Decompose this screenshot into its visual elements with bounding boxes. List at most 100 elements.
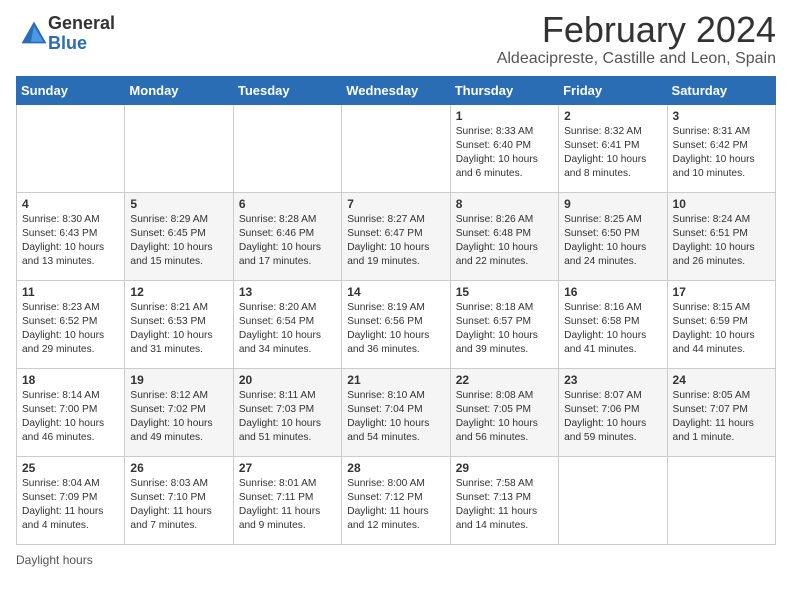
day-number: 1 <box>456 109 553 123</box>
day-info: Sunrise: 8:32 AM Sunset: 6:41 PM Dayligh… <box>564 125 661 182</box>
day-info: Sunrise: 8:30 AM Sunset: 6:43 PM Dayligh… <box>22 213 119 270</box>
calendar-cell: 14 Sunrise: 8:19 AM Sunset: 6:56 PM Dayli… <box>342 280 450 368</box>
day-number: 7 <box>347 197 444 211</box>
calendar-cell: 24 Sunrise: 8:05 AM Sunset: 7:07 PM Dayli… <box>667 368 775 456</box>
day-number: 27 <box>239 461 336 475</box>
page: General Blue February 2024 Aldeacipreste… <box>0 0 792 612</box>
title-month: February 2024 <box>497 10 776 50</box>
calendar-day-header: Monday <box>125 76 233 104</box>
calendar-cell: 3Sunrise: 8:31 AM Sunset: 6:42 PM Daylig… <box>667 104 775 192</box>
day-number: 3 <box>673 109 770 123</box>
day-number: 9 <box>564 197 661 211</box>
day-info: Sunrise: 8:14 AM Sunset: 7:00 PM Dayligh… <box>22 389 119 446</box>
day-info: Sunrise: 8:33 AM Sunset: 6:40 PM Dayligh… <box>456 125 553 182</box>
calendar-cell: 16 Sunrise: 8:16 AM Sunset: 6:58 PM Dayli… <box>559 280 667 368</box>
day-info: Sunrise: 8:20 AM Sunset: 6:54 PM Dayligh… <box>239 301 336 358</box>
title-block: February 2024 Aldeacipreste, Castille an… <box>497 10 776 68</box>
day-info: Sunrise: 8:05 AM Sunset: 7:07 PM Dayligh… <box>673 389 770 446</box>
day-number: 19 <box>130 373 227 387</box>
day-number: 21 <box>347 373 444 387</box>
day-info: Sunrise: 8:24 AM Sunset: 6:51 PM Dayligh… <box>673 213 770 270</box>
day-number: 29 <box>456 461 553 475</box>
day-number: 17 <box>673 285 770 299</box>
calendar-cell <box>342 104 450 192</box>
calendar-cell: 8 Sunrise: 8:26 AM Sunset: 6:48 PM Daylig… <box>450 192 558 280</box>
calendar-cell: 4Sunrise: 8:30 AM Sunset: 6:43 PM Daylig… <box>17 192 125 280</box>
day-number: 15 <box>456 285 553 299</box>
day-number: 22 <box>456 373 553 387</box>
calendar-cell <box>667 456 775 544</box>
day-number: 14 <box>347 285 444 299</box>
day-info: Sunrise: 8:26 AM Sunset: 6:48 PM Dayligh… <box>456 213 553 270</box>
logo: General Blue <box>16 14 115 54</box>
calendar-cell: 13Sunrise: 8:20 AM Sunset: 6:54 PM Dayli… <box>233 280 341 368</box>
calendar-cell: 10 Sunrise: 8:24 AM Sunset: 6:51 PM Dayli… <box>667 192 775 280</box>
calendar-cell: 29 Sunrise: 7:58 AM Sunset: 7:13 PM Dayli… <box>450 456 558 544</box>
calendar-day-header: Tuesday <box>233 76 341 104</box>
calendar-header-row: SundayMondayTuesdayWednesdayThursdayFrid… <box>17 76 776 104</box>
day-info: Sunrise: 8:04 AM Sunset: 7:09 PM Dayligh… <box>22 477 119 534</box>
day-info: Sunrise: 8:28 AM Sunset: 6:46 PM Dayligh… <box>239 213 336 270</box>
day-info: Sunrise: 8:27 AM Sunset: 6:47 PM Dayligh… <box>347 213 444 270</box>
day-number: 28 <box>347 461 444 475</box>
calendar-cell: 26 Sunrise: 8:03 AM Sunset: 7:10 PM Dayli… <box>125 456 233 544</box>
logo-general: General <box>48 14 115 34</box>
day-info: Sunrise: 8:10 AM Sunset: 7:04 PM Dayligh… <box>347 389 444 446</box>
calendar-cell: 15 Sunrise: 8:18 AM Sunset: 6:57 PM Dayli… <box>450 280 558 368</box>
calendar-cell: 21 Sunrise: 8:10 AM Sunset: 7:04 PM Dayli… <box>342 368 450 456</box>
calendar-week-row: 25Sunrise: 8:04 AM Sunset: 7:09 PM Dayli… <box>17 456 776 544</box>
day-number: 20 <box>239 373 336 387</box>
calendar-cell: 22 Sunrise: 8:08 AM Sunset: 7:05 PM Dayli… <box>450 368 558 456</box>
footer: Daylight hours <box>16 553 776 567</box>
day-number: 12 <box>130 285 227 299</box>
calendar-cell: 7 Sunrise: 8:27 AM Sunset: 6:47 PM Daylig… <box>342 192 450 280</box>
day-info: Sunrise: 8:21 AM Sunset: 6:53 PM Dayligh… <box>130 301 227 358</box>
day-info: Sunrise: 8:18 AM Sunset: 6:57 PM Dayligh… <box>456 301 553 358</box>
day-info: Sunrise: 8:25 AM Sunset: 6:50 PM Dayligh… <box>564 213 661 270</box>
calendar-cell: 6Sunrise: 8:28 AM Sunset: 6:46 PM Daylig… <box>233 192 341 280</box>
day-number: 26 <box>130 461 227 475</box>
day-info: Sunrise: 8:12 AM Sunset: 7:02 PM Dayligh… <box>130 389 227 446</box>
calendar-day-header: Friday <box>559 76 667 104</box>
calendar-table: SundayMondayTuesdayWednesdayThursdayFrid… <box>16 76 776 545</box>
day-info: Sunrise: 8:29 AM Sunset: 6:45 PM Dayligh… <box>130 213 227 270</box>
calendar-cell: 11 Sunrise: 8:23 AM Sunset: 6:52 PM Dayli… <box>17 280 125 368</box>
calendar-cell: 5 Sunrise: 8:29 AM Sunset: 6:45 PM Daylig… <box>125 192 233 280</box>
calendar-cell: 12 Sunrise: 8:21 AM Sunset: 6:53 PM Dayli… <box>125 280 233 368</box>
day-info: Sunrise: 8:01 AM Sunset: 7:11 PM Dayligh… <box>239 477 336 534</box>
day-info: Sunrise: 8:19 AM Sunset: 6:56 PM Dayligh… <box>347 301 444 358</box>
day-number: 8 <box>456 197 553 211</box>
day-number: 10 <box>673 197 770 211</box>
calendar-cell: 27 Sunrise: 8:01 AM Sunset: 7:11 PM Dayli… <box>233 456 341 544</box>
day-info: Sunrise: 8:03 AM Sunset: 7:10 PM Dayligh… <box>130 477 227 534</box>
day-number: 24 <box>673 373 770 387</box>
day-info: Sunrise: 8:11 AM Sunset: 7:03 PM Dayligh… <box>239 389 336 446</box>
day-info: Sunrise: 8:23 AM Sunset: 6:52 PM Dayligh… <box>22 301 119 358</box>
day-number: 16 <box>564 285 661 299</box>
day-info: Sunrise: 8:08 AM Sunset: 7:05 PM Dayligh… <box>456 389 553 446</box>
day-info: Sunrise: 7:58 AM Sunset: 7:13 PM Dayligh… <box>456 477 553 534</box>
title-location: Aldeacipreste, Castille and Leon, Spain <box>497 50 776 68</box>
day-number: 11 <box>22 285 119 299</box>
calendar-cell <box>559 456 667 544</box>
calendar-cell: 20 Sunrise: 8:11 AM Sunset: 7:03 PM Dayli… <box>233 368 341 456</box>
calendar-cell: 28 Sunrise: 8:00 AM Sunset: 7:12 PM Dayli… <box>342 456 450 544</box>
calendar-week-row: 11 Sunrise: 8:23 AM Sunset: 6:52 PM Dayli… <box>17 280 776 368</box>
day-number: 2 <box>564 109 661 123</box>
day-number: 18 <box>22 373 119 387</box>
generalblue-icon <box>20 20 48 48</box>
calendar-cell: 1 Sunrise: 8:33 AM Sunset: 6:40 PM Daylig… <box>450 104 558 192</box>
day-info: Sunrise: 8:15 AM Sunset: 6:59 PM Dayligh… <box>673 301 770 358</box>
calendar-cell: 18 Sunrise: 8:14 AM Sunset: 7:00 PM Dayli… <box>17 368 125 456</box>
day-info: Sunrise: 8:00 AM Sunset: 7:12 PM Dayligh… <box>347 477 444 534</box>
calendar-cell: 23Sunrise: 8:07 AM Sunset: 7:06 PM Dayli… <box>559 368 667 456</box>
calendar-week-row: 18 Sunrise: 8:14 AM Sunset: 7:00 PM Dayli… <box>17 368 776 456</box>
calendar-cell: 9 Sunrise: 8:25 AM Sunset: 6:50 PM Daylig… <box>559 192 667 280</box>
day-number: 23 <box>564 373 661 387</box>
day-info: Sunrise: 8:16 AM Sunset: 6:58 PM Dayligh… <box>564 301 661 358</box>
calendar-cell: 17 Sunrise: 8:15 AM Sunset: 6:59 PM Dayli… <box>667 280 775 368</box>
calendar-day-header: Wednesday <box>342 76 450 104</box>
calendar-cell: 2 Sunrise: 8:32 AM Sunset: 6:41 PM Daylig… <box>559 104 667 192</box>
day-number: 5 <box>130 197 227 211</box>
calendar-day-header: Sunday <box>17 76 125 104</box>
